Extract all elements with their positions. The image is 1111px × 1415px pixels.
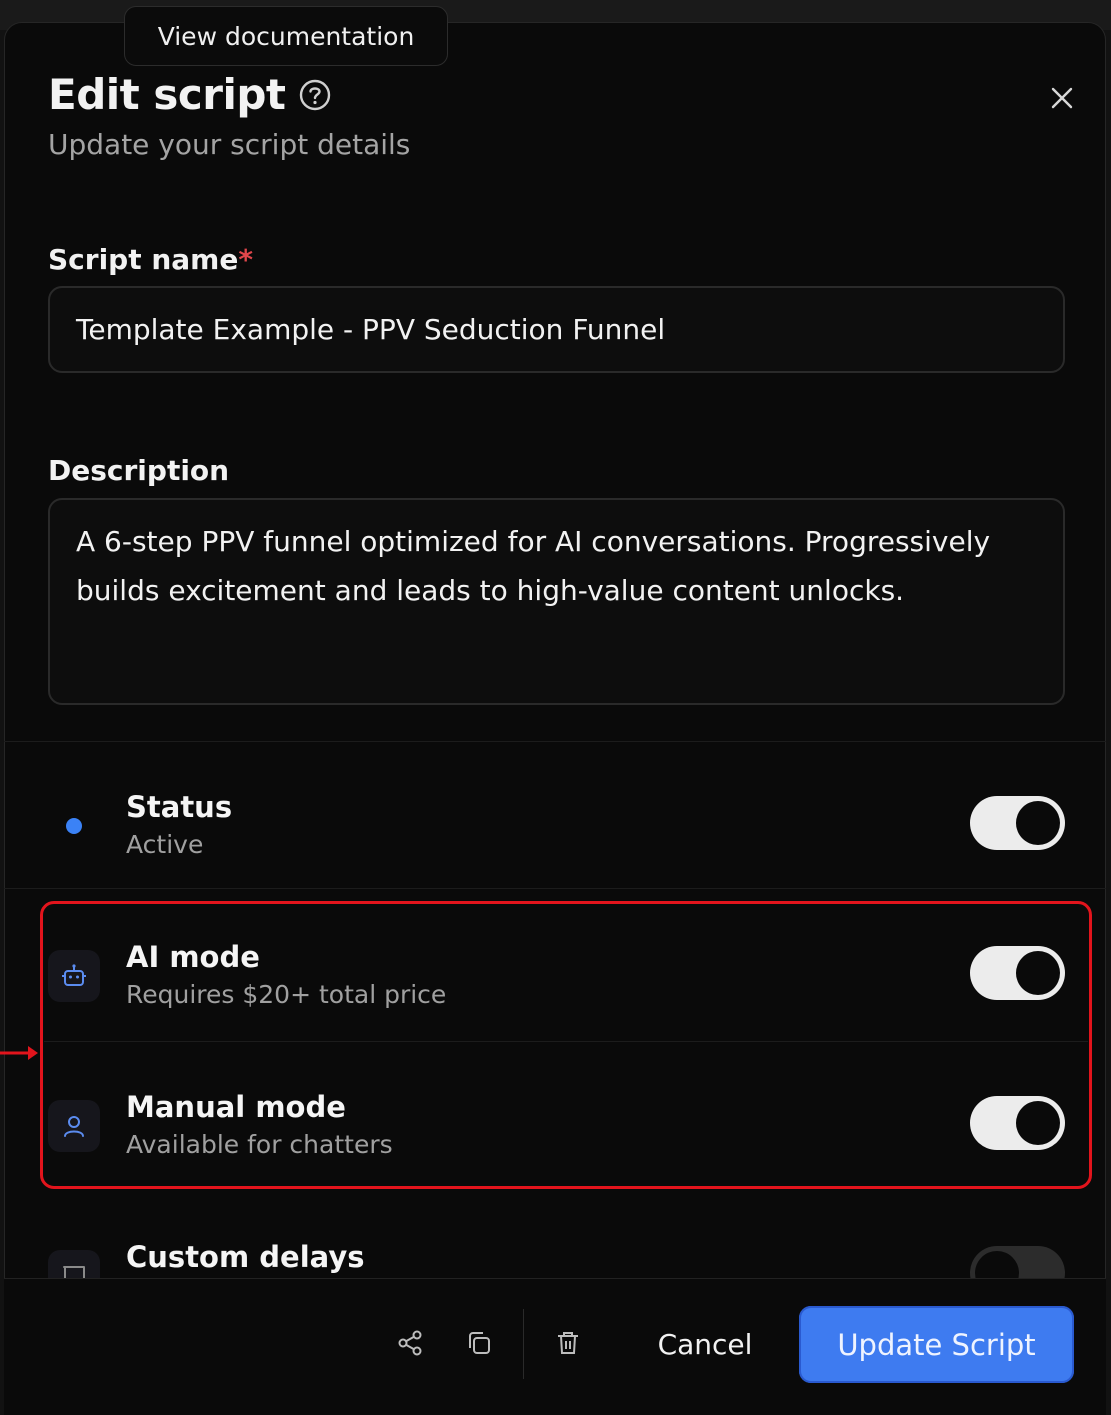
update-script-button[interactable]: Update Script [799,1306,1074,1383]
modal-title: Edit script [48,70,332,119]
script-name-label: Script name* [48,243,253,276]
status-dot-icon [66,818,82,834]
share-icon [398,1330,422,1356]
share-button[interactable] [392,1325,428,1361]
status-title: Status [126,790,233,824]
help-icon[interactable] [298,78,332,112]
cancel-button[interactable]: Cancel [636,1309,774,1379]
trash-icon [558,1332,578,1354]
status-toggle[interactable] [970,796,1065,850]
annotation-highlight-box [40,901,1092,1189]
required-mark: * [238,243,253,276]
view-documentation-tooltip: View documentation [124,6,448,66]
duplicate-button[interactable] [461,1325,497,1361]
custom-delays-title: Custom delays [126,1240,365,1274]
tooltip-text: View documentation [157,21,415,51]
divider [4,741,1106,742]
annotation-arrow-icon [0,1046,38,1060]
description-label: Description [48,454,230,487]
script-name-label-text: Script name [48,243,239,276]
copy-icon [469,1332,490,1354]
toggle-knob [1016,801,1060,845]
modal-subtitle: Update your script details [48,128,411,161]
script-name-value: Template Example - PPV Seduction Funnel [76,313,666,346]
close-button[interactable] [1043,79,1081,117]
divider [4,888,1106,889]
script-name-input[interactable]: Template Example - PPV Seduction Funnel [48,286,1065,373]
delete-button[interactable] [550,1325,586,1361]
edit-script-modal [4,22,1106,1415]
status-indicator [48,800,100,852]
status-subtitle: Active [126,830,204,859]
description-textarea[interactable]: A 6-step PPV funnel optimized for AI con… [48,498,1065,705]
modal-footer: Cancel Update Script [4,1278,1106,1415]
close-icon [1051,87,1073,109]
footer-separator [523,1309,524,1379]
status-row: Status Active [48,776,1065,886]
modal-title-text: Edit script [48,70,286,119]
description-value: A 6-step PPV funnel optimized for AI con… [76,525,991,607]
